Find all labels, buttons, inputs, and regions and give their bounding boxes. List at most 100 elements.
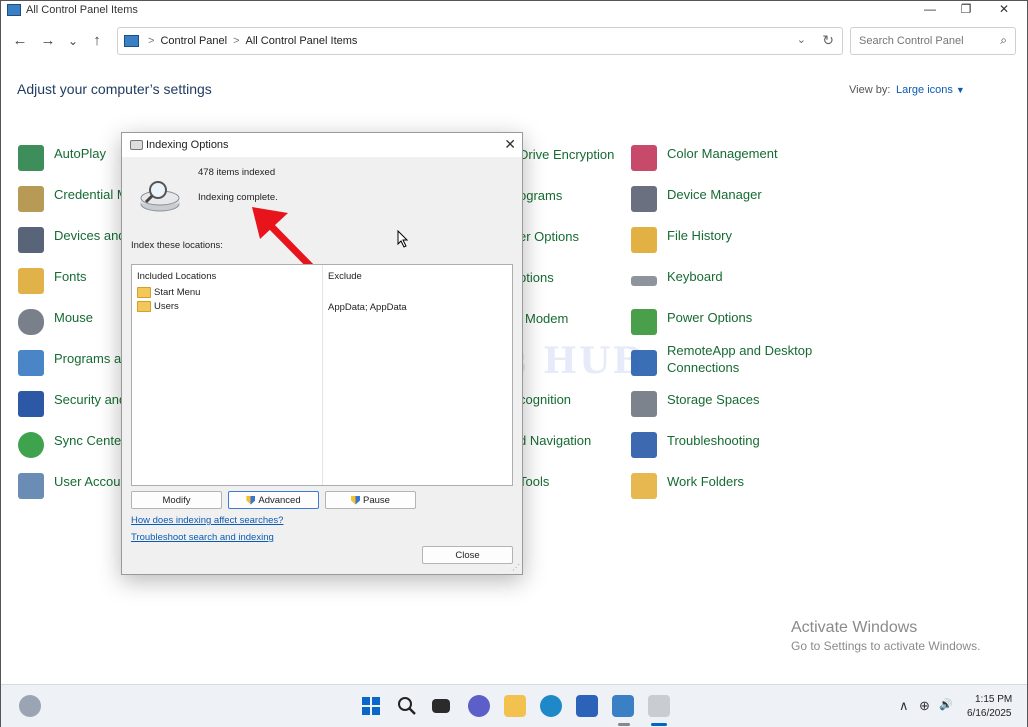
item-troubleshooting[interactable]: Troubleshooting <box>631 432 760 458</box>
back-button[interactable]: ← <box>11 32 29 50</box>
minimize-button[interactable]: — <box>912 1 948 17</box>
troubleshoot-link[interactable]: Troubleshoot search and indexing <box>131 532 274 543</box>
network-icon[interactable]: ⊕ <box>919 698 930 714</box>
address-dropdown-icon[interactable]: ⌄ <box>797 33 806 46</box>
view-by-value: Large icons <box>896 84 953 96</box>
item-label: Credential M <box>54 187 128 202</box>
item-label: er Options <box>519 229 579 244</box>
breadcrumb-all-items[interactable]: All Control Panel Items <box>246 35 358 47</box>
item-default-programs[interactable]: ograms <box>519 187 562 204</box>
search-box[interactable]: ⌕ <box>850 27 1016 55</box>
indexing-affect-link[interactable]: How does indexing affect searches? <box>131 515 283 526</box>
navigation-bar: ← → ⌄ ↑ > Control Panel > All Control Pa… <box>1 26 1027 56</box>
chat-icon[interactable] <box>468 695 490 717</box>
item-remoteapp[interactable]: RemoteApp and Desktop Connections <box>631 342 812 376</box>
included-locations-header: Included Locations <box>137 271 217 282</box>
item-file-history[interactable]: File History <box>631 227 732 253</box>
item-color-management[interactable]: Color Management <box>631 145 778 171</box>
taskbar: ∧ ⊕ 🔊 1:15 PM 6/16/2025 <box>1 684 1027 727</box>
button-label: Modify <box>162 494 191 506</box>
view-by-dropdown[interactable]: Large icons ▼ <box>896 84 965 96</box>
item-user-accounts[interactable]: User Accour <box>18 473 125 499</box>
item-windows-tools[interactable]: Tools <box>519 473 549 490</box>
item-work-folders[interactable]: Work Folders <box>631 473 744 499</box>
control-panel-taskbar-icon[interactable] <box>612 695 634 717</box>
item-label: Color Management <box>667 146 778 161</box>
title-bar: All Control Panel Items <box>1 1 1027 19</box>
troubleshooting-icon <box>631 432 657 458</box>
edge-icon[interactable] <box>540 695 562 717</box>
item-taskbar-navigation[interactable]: d Navigation <box>519 432 591 449</box>
advanced-button[interactable]: Advanced <box>228 491 319 509</box>
item-bitlocker[interactable]: Drive Encryption <box>519 146 614 163</box>
uac-shield-icon <box>246 495 256 505</box>
index-locations-label: Index these locations: <box>131 240 223 251</box>
close-button[interactable]: ✕ <box>986 1 1022 17</box>
dialog-close-button-bottom[interactable]: Close <box>422 546 513 564</box>
item-storage-spaces[interactable]: Storage Spaces <box>631 391 760 417</box>
address-bar[interactable]: > Control Panel > All Control Panel Item… <box>117 27 843 55</box>
control-panel-icon <box>7 4 21 16</box>
search-input[interactable] <box>857 34 991 48</box>
clock-date[interactable]: 6/16/2025 <box>967 708 1012 719</box>
item-label: Troubleshooting <box>667 433 760 448</box>
caret-down-icon: ▼ <box>955 85 965 95</box>
breadcrumb: > Control Panel > All Control Panel Item… <box>148 35 357 47</box>
item-label: AutoPlay <box>54 146 107 161</box>
store-icon[interactable] <box>576 695 598 717</box>
search-icon[interactable] <box>396 695 418 717</box>
active-indicator <box>651 723 667 726</box>
file-explorer-icon[interactable] <box>504 695 526 717</box>
folder-icon <box>137 287 151 298</box>
item-security-maintenance[interactable]: Security and <box>18 391 126 417</box>
item-sync-center[interactable]: Sync Center <box>18 432 126 458</box>
item-autoplay[interactable]: AutoPlay <box>18 145 106 171</box>
resize-grip-icon[interactable]: ⋰ <box>512 563 520 572</box>
item-label: Security and <box>54 392 127 407</box>
item-label: ptions <box>519 270 554 285</box>
indexing-options-taskbar-icon[interactable] <box>648 695 670 717</box>
show-hidden-icons-icon[interactable]: ∧ <box>899 698 909 714</box>
work-folders-icon <box>631 473 657 499</box>
locations-list[interactable]: Included Locations Exclude Start Menu Us… <box>131 264 513 486</box>
search-icon[interactable]: ⌕ <box>1000 33 1007 48</box>
item-credential-manager[interactable]: Credential M <box>18 186 128 212</box>
maximize-button[interactable]: ❐ <box>948 1 984 17</box>
user-accounts-icon <box>18 473 44 499</box>
clock-time[interactable]: 1:15 PM <box>975 694 1012 705</box>
up-button[interactable]: ↑ <box>88 32 106 50</box>
item-speech-recognition[interactable]: cognition <box>519 391 571 408</box>
dialog-close-button[interactable]: ✕ <box>504 136 516 153</box>
task-view-icon[interactable] <box>432 699 450 713</box>
view-by-label: View by: <box>849 84 891 96</box>
item-label: ograms <box>519 188 563 203</box>
activation-subtitle: Go to Settings to activate Windows. <box>791 639 981 653</box>
recent-locations-button[interactable]: ⌄ <box>64 32 82 50</box>
list-item[interactable]: Users <box>137 301 179 312</box>
item-device-manager[interactable]: Device Manager <box>631 186 762 212</box>
dialog-title: Indexing Options <box>146 139 229 151</box>
item-programs-features[interactable]: Programs an <box>18 350 128 376</box>
item-explorer-options[interactable]: er Options <box>519 228 579 245</box>
keyboard-icon <box>631 276 657 286</box>
pause-button[interactable]: Pause <box>325 491 416 509</box>
color-management-icon <box>631 145 657 171</box>
item-mouse[interactable]: Mouse <box>18 309 93 335</box>
weather-icon[interactable] <box>19 695 41 717</box>
item-phone-modem[interactable]: Modem <box>525 310 568 327</box>
start-icon[interactable] <box>360 695 382 717</box>
breadcrumb-control-panel[interactable]: Control Panel <box>160 35 227 47</box>
item-keyboard[interactable]: Keyboard <box>631 268 723 286</box>
modify-button[interactable]: Modify <box>131 491 222 509</box>
item-power-options[interactable]: Power Options <box>631 309 752 335</box>
refresh-icon[interactable]: ↻ <box>822 32 834 49</box>
sync-center-icon <box>18 432 44 458</box>
item-devices-printers[interactable]: Devices and <box>18 227 126 253</box>
item-internet-options[interactable]: ptions <box>519 269 554 286</box>
item-label: Programs an <box>54 351 129 366</box>
forward-button[interactable]: → <box>39 32 57 50</box>
item-label: Devices and <box>54 228 126 243</box>
volume-icon[interactable]: 🔊 <box>939 698 953 711</box>
item-fonts[interactable]: Fonts <box>18 268 87 294</box>
list-item[interactable]: Start Menu <box>137 287 200 298</box>
